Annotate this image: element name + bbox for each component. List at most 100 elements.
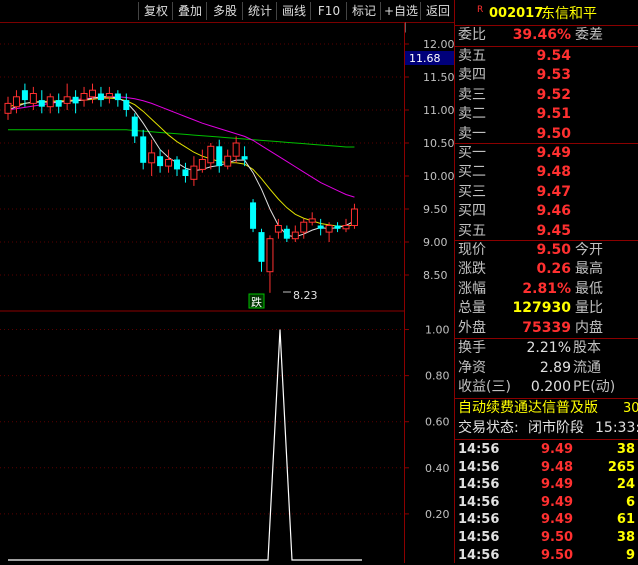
fuquan-button[interactable]: 复权 [138, 2, 173, 20]
price-tick-label: 8.50 [423, 269, 448, 282]
fin-label: 换手 [458, 340, 486, 356]
candle [258, 228, 265, 272]
candle-body [190, 165, 198, 180]
candle-body [29, 93, 37, 104]
quote-value: 75339 [522, 319, 571, 336]
candle [182, 162, 189, 183]
multi-stock-button[interactable]: 多股 [206, 2, 243, 20]
ad-row[interactable]: 自动续费通达信普及版 30 [455, 399, 638, 419]
chart-toolbar: 复权 叠加 多股 统计 画线 F10 标记 +自选 返回 [0, 0, 454, 23]
candle-body [21, 90, 28, 101]
quote-label2: 最高 [575, 261, 603, 278]
bid-price: 9.48 [536, 164, 571, 181]
indicator-line [0, 329, 404, 561]
tick-time: 14:56 [458, 442, 500, 457]
bid-price: 9.49 [536, 145, 571, 161]
candle-body [97, 93, 104, 101]
tick-time: 14:56 [458, 547, 500, 563]
tick-volume: 38 [616, 442, 635, 457]
candle-body [12, 96, 20, 108]
fin-label: 净资 [458, 359, 486, 376]
tick-row: 14:56 9.49 24 [455, 475, 638, 494]
kline-chart[interactable]: 8.23 跌 [0, 22, 404, 563]
tick-volume: 24 [616, 477, 635, 493]
candle-body [283, 228, 290, 239]
bid-row: 买一 9.49 [455, 144, 638, 164]
candle-body [131, 116, 138, 137]
quote-label2: 今开 [575, 242, 603, 258]
statistics-button[interactable]: 统计 [242, 2, 277, 20]
add-watchlist-button[interactable]: +自选 [380, 2, 421, 20]
candle-body [72, 96, 79, 104]
signal-label: 跌 [251, 295, 262, 309]
candle [308, 212, 316, 226]
draw-line-button[interactable]: 画线 [276, 2, 311, 20]
candle [342, 218, 350, 233]
tick-time: 14:56 [458, 494, 500, 510]
bid-row: 买三 9.47 [455, 183, 638, 203]
quote-label: 涨跌 [458, 261, 486, 278]
weibi-row: 委比 39.46% 委差 [455, 26, 638, 46]
candle [317, 218, 324, 236]
quote-value: 127930 [512, 300, 571, 317]
candle-body [266, 238, 274, 273]
ask-price: 9.52 [536, 86, 571, 103]
quote-row: 总量 127930 量比 [455, 299, 638, 319]
ask-row: 卖二 9.51 [455, 105, 638, 125]
ask-label: 卖一 [458, 125, 486, 142]
candle [157, 149, 164, 173]
tick-price: 9.49 [541, 494, 574, 510]
candle-body [274, 225, 282, 233]
tick-price: 9.49 [541, 442, 574, 457]
quote-row: 现价 9.50 今开 [455, 241, 638, 261]
tick-price: 9.50 [541, 547, 574, 563]
ask-price: 9.51 [536, 106, 571, 123]
candle [174, 156, 180, 176]
candle-body [342, 225, 350, 230]
trade-status-value: 闭市阶段 [528, 420, 584, 436]
candle-body [148, 152, 156, 164]
fin-label2: 股本 [573, 340, 601, 356]
candle-body [224, 155, 232, 167]
candle [350, 203, 358, 229]
candle-body [250, 202, 257, 229]
quote-label2: 最低 [575, 280, 603, 297]
candle-body [308, 218, 316, 223]
tick-time: 14:56 [458, 530, 500, 545]
indicator-tick-label: 1.00 [425, 324, 450, 337]
ask-label: 卖五 [458, 48, 486, 64]
mark-button[interactable]: 标记 [346, 2, 381, 20]
ad-text[interactable]: 自动续费通达信普及版 [458, 399, 598, 419]
tick-price: 9.49 [541, 512, 574, 528]
price-tick-label: 11.00 [423, 104, 455, 117]
bid-label: 买一 [458, 145, 486, 161]
candle-body [165, 159, 173, 167]
candle [300, 218, 308, 239]
bid-price: 9.46 [536, 203, 571, 220]
candle-body [241, 156, 248, 160]
bid-row: 买二 9.48 [455, 163, 638, 183]
tick-time: 14:56 [458, 512, 500, 528]
candle-body [291, 231, 299, 240]
candle [63, 83, 71, 110]
indicator-tick-label: 0.40 [425, 462, 450, 475]
candle [334, 222, 341, 233]
f10-button[interactable]: F10 [310, 2, 347, 20]
fin-value: 0.200 [530, 379, 571, 396]
tick-time: 14:56 [458, 477, 500, 493]
tick-row: 14:56 9.48 265 [455, 458, 638, 477]
window-restore-icon[interactable] [404, 22, 406, 36]
candle [325, 222, 333, 242]
candle-body [182, 169, 189, 176]
fin-label: 收益(三) [458, 379, 511, 396]
candle [80, 86, 88, 107]
trade-status-row: 交易状态: 闭市阶段 15:33: [455, 419, 638, 439]
candle [140, 129, 147, 170]
tick-volume: 6 [625, 494, 635, 510]
ask-price: 9.54 [536, 48, 571, 64]
indicator-tick-label: 0.60 [425, 416, 450, 429]
overlay-button[interactable]: 叠加 [172, 2, 207, 20]
tick-volume: 61 [616, 512, 635, 528]
trade-status-label: 交易状态: [458, 420, 519, 436]
back-button[interactable]: 返回 [420, 2, 455, 20]
